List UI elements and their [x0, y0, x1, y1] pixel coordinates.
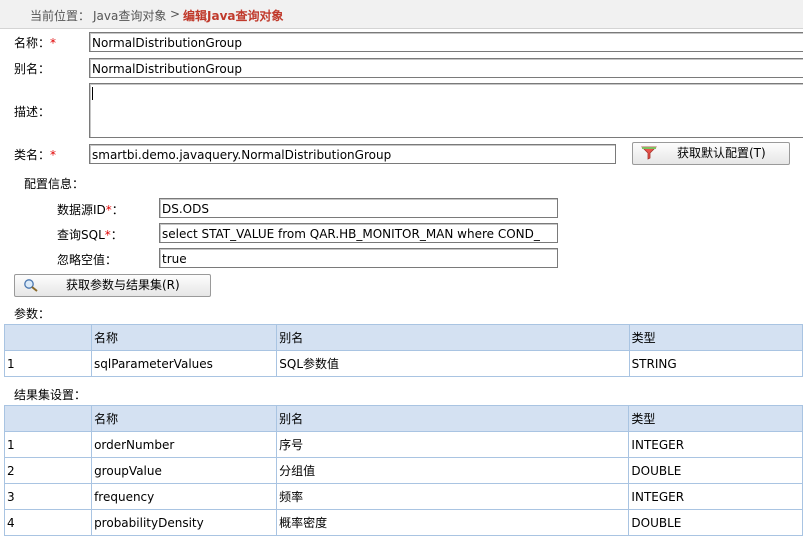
breadcrumb-separator: >: [170, 7, 181, 21]
header-index: [3, 324, 93, 351]
table-row[interactable]: 3 frequency 频率 INTEGER: [3, 483, 803, 510]
alias-label: 别名：: [14, 62, 51, 76]
funnel-icon: [641, 146, 657, 160]
name-label: 名称：*: [14, 36, 57, 50]
ignore-null-label: 忽略空值：: [57, 253, 118, 267]
row-name[interactable]: probabilityDensity: [91, 509, 278, 536]
breadcrumb: 当前位置： Java查询对象 > 编辑Java查询对象: [0, 0, 803, 29]
row-name[interactable]: frequency: [91, 483, 278, 510]
config-section-label: 配置信息：: [24, 177, 85, 191]
class-label: 类名：*: [14, 148, 57, 162]
row-type[interactable]: STRING: [628, 350, 803, 377]
name-field[interactable]: NormalDistributionGroup: [89, 32, 803, 52]
table-row[interactable]: 1 sqlParameterValues SQL参数值 STRING: [3, 350, 803, 377]
row-name[interactable]: groupValue: [91, 457, 278, 484]
fetch-params-resultset-button[interactable]: 获取参数与结果集(R): [14, 274, 211, 297]
params-table: 名称 别名 类型 1 sqlParameterValues SQL参数值 STR…: [3, 324, 803, 377]
breadcrumb-parent[interactable]: Java查询对象: [93, 7, 166, 24]
row-alias[interactable]: 序号: [276, 431, 630, 458]
row-alias[interactable]: SQL参数值: [276, 350, 630, 377]
header-alias[interactable]: 别名: [276, 324, 630, 351]
row-index: 1: [3, 431, 93, 458]
row-index: 2: [3, 457, 93, 484]
text-cursor: [92, 87, 93, 100]
row-index: 4: [3, 509, 93, 536]
get-default-config-label: 获取默认配置(T): [677, 146, 766, 160]
resultset-section-label: 结果集设置：: [14, 388, 87, 402]
params-section-label: 参数：: [14, 307, 51, 321]
description-field[interactable]: [89, 83, 803, 138]
query-sql-label: 查询SQL*：: [57, 228, 123, 242]
header-index: [3, 405, 93, 432]
class-field[interactable]: smartbi.demo.javaquery.NormalDistributio…: [89, 144, 616, 164]
header-alias[interactable]: 别名: [276, 405, 630, 432]
resultset-table: 名称 别名 类型 1 orderNumber 序号 INTEGER 2 grou…: [3, 405, 803, 536]
table-row[interactable]: 4 probabilityDensity 概率密度 DOUBLE: [3, 509, 803, 536]
ignore-null-field[interactable]: true: [159, 248, 558, 268]
table-row[interactable]: 1 orderNumber 序号 INTEGER: [3, 431, 803, 458]
breadcrumb-prefix: 当前位置：: [30, 9, 91, 23]
alias-field[interactable]: NormalDistributionGroup: [89, 58, 803, 78]
description-label: 描述：: [14, 105, 51, 119]
header-name[interactable]: 名称: [91, 405, 278, 432]
datasource-label: 数据源ID*：: [57, 203, 124, 217]
resultset-header-row: 名称 别名 类型: [3, 405, 803, 432]
row-index: 1: [3, 350, 93, 377]
header-type[interactable]: 类型: [628, 405, 803, 432]
row-alias[interactable]: 频率: [276, 483, 630, 510]
datasource-field[interactable]: DS.ODS: [159, 198, 558, 218]
row-type[interactable]: INTEGER: [628, 483, 803, 510]
breadcrumb-current: 编辑Java查询对象: [183, 9, 284, 23]
fetch-params-resultset-label: 获取参数与结果集(R): [66, 278, 180, 292]
header-type[interactable]: 类型: [628, 324, 803, 351]
row-index: 3: [3, 483, 93, 510]
header-name[interactable]: 名称: [91, 324, 278, 351]
row-name[interactable]: orderNumber: [91, 431, 278, 458]
row-name[interactable]: sqlParameterValues: [91, 350, 278, 377]
row-type[interactable]: INTEGER: [628, 431, 803, 458]
row-alias[interactable]: 分组值: [276, 457, 630, 484]
get-default-config-button[interactable]: 获取默认配置(T): [632, 142, 790, 165]
row-alias[interactable]: 概率密度: [276, 509, 630, 536]
params-header-row: 名称 别名 类型: [3, 324, 803, 351]
magnifier-icon: [24, 279, 38, 292]
row-type[interactable]: DOUBLE: [628, 509, 803, 536]
query-sql-field[interactable]: select STAT_VALUE from QAR.HB_MONITOR_MA…: [159, 223, 558, 243]
row-type[interactable]: DOUBLE: [628, 457, 803, 484]
table-row[interactable]: 2 groupValue 分组值 DOUBLE: [3, 457, 803, 484]
